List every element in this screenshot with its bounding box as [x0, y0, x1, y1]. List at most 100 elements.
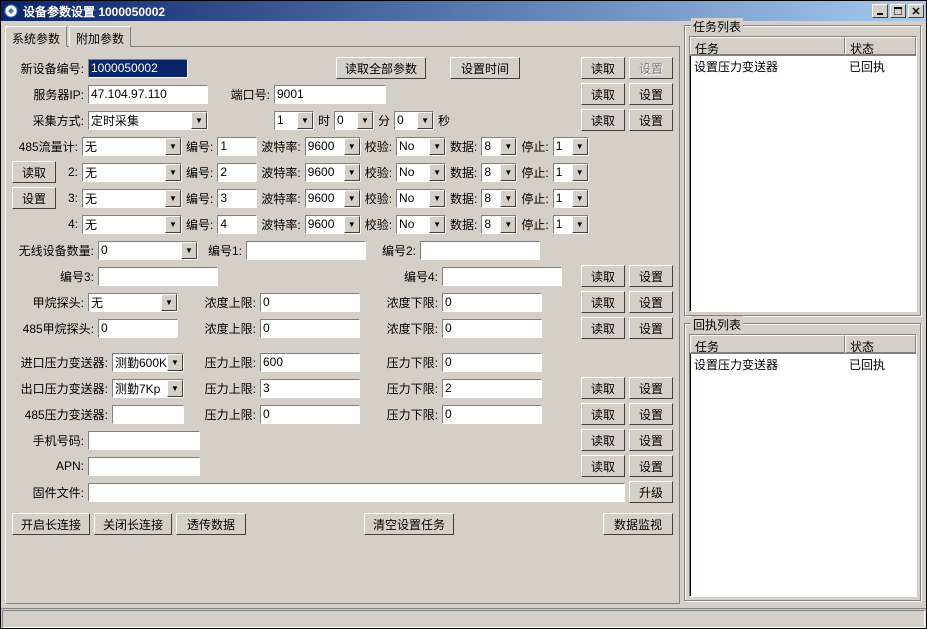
col-task[interactable]: 任务: [690, 37, 845, 55]
set-time-button[interactable]: 设置时间: [450, 57, 520, 79]
apn-input[interactable]: [88, 457, 200, 476]
flow-check-select-1[interactable]: No▼: [396, 163, 446, 182]
set-button[interactable]: 设置: [629, 403, 673, 425]
in-pressure-lower-input[interactable]: [442, 353, 542, 372]
flow-check-select-3[interactable]: No▼: [396, 215, 446, 234]
methane485-input[interactable]: [98, 319, 178, 338]
flow-data-select-0[interactable]: 8▼: [481, 137, 517, 156]
read-button[interactable]: 读取: [581, 265, 625, 287]
methane-upper-input[interactable]: [260, 293, 360, 312]
maximize-button[interactable]: [890, 4, 906, 18]
server-ip-input[interactable]: [88, 85, 208, 104]
out-pressure-select[interactable]: 测勤7Kp▼: [112, 379, 184, 398]
data-monitor-button[interactable]: 数据监视: [603, 513, 673, 535]
firmware-input[interactable]: [88, 483, 625, 502]
flow-type-select-1[interactable]: 无▼: [82, 163, 182, 182]
pressure485-lower-input[interactable]: [442, 405, 542, 424]
upgrade-button[interactable]: 升级: [629, 481, 673, 503]
list-item[interactable]: 设置压力变送器已回执: [690, 56, 916, 77]
minute-select[interactable]: 0▼: [334, 111, 374, 130]
seq3-input[interactable]: [98, 267, 218, 286]
list-item[interactable]: 设置压力变送器已回执: [690, 354, 916, 375]
minimize-button[interactable]: [872, 4, 888, 18]
flow-no-input-1[interactable]: [217, 163, 257, 182]
hour-select[interactable]: 1▼: [274, 111, 314, 130]
set-button[interactable]: 设置: [629, 83, 673, 105]
flow-type-select-3[interactable]: 无▼: [82, 215, 182, 234]
task-listview[interactable]: 任务 状态 设置压力变送器已回执: [689, 36, 917, 312]
label-out-pressure: 出口压力变送器:: [12, 380, 108, 397]
set-button[interactable]: 设置: [629, 291, 673, 313]
seq2-input[interactable]: [420, 241, 540, 260]
col-task[interactable]: 任务: [690, 335, 845, 353]
read-button[interactable]: 读取: [581, 455, 625, 477]
pressure485-input[interactable]: [112, 405, 184, 424]
read-button[interactable]: 读取: [581, 57, 625, 79]
set-button[interactable]: 设置: [629, 109, 673, 131]
phone-input[interactable]: [88, 431, 200, 450]
set-button[interactable]: 设置: [629, 265, 673, 287]
flow-stop-select-2[interactable]: 1▼: [553, 189, 589, 208]
read-all-button[interactable]: 读取全部参数: [336, 57, 426, 79]
trans-data-button[interactable]: 透传数据: [176, 513, 246, 535]
flow-data-select-1[interactable]: 8▼: [481, 163, 517, 182]
set-button[interactable]: 设置: [629, 455, 673, 477]
tab-system[interactable]: 系统参数: [5, 26, 67, 47]
out-pressure-upper-input[interactable]: [260, 379, 360, 398]
seq4-input[interactable]: [442, 267, 562, 286]
collect-mode-select[interactable]: 定时采集▼: [88, 111, 208, 130]
read-button[interactable]: 读取: [581, 429, 625, 451]
tab-extra[interactable]: 附加参数: [69, 26, 131, 47]
read-button[interactable]: 读取: [581, 317, 625, 339]
chevron-down-icon: ▼: [429, 190, 445, 207]
methane485-upper-input[interactable]: [260, 319, 360, 338]
flow-stop-select-0[interactable]: 1▼: [553, 137, 589, 156]
read-button[interactable]: 读取: [581, 291, 625, 313]
col-status[interactable]: 状态: [845, 335, 916, 353]
open-conn-button[interactable]: 开启长连接: [12, 513, 90, 535]
flow-no-input-2[interactable]: [217, 189, 257, 208]
receipt-listview[interactable]: 任务 状态 设置压力变送器已回执: [689, 334, 917, 597]
in-pressure-select[interactable]: 测勤600Kp▼: [112, 353, 184, 372]
flow-type-select-0[interactable]: 无▼: [82, 137, 182, 156]
read-button[interactable]: 读取: [581, 109, 625, 131]
device-no-input[interactable]: [88, 59, 188, 78]
methane-select[interactable]: 无▼: [88, 293, 178, 312]
flow-no-input-3[interactable]: [217, 215, 257, 234]
flow-type-select-2[interactable]: 无▼: [82, 189, 182, 208]
flow-no-input-0[interactable]: [217, 137, 257, 156]
flow-set-button[interactable]: 设置: [12, 187, 56, 209]
close-conn-button[interactable]: 关闭长连接: [94, 513, 172, 535]
second-select[interactable]: 0▼: [394, 111, 434, 130]
methane-lower-input[interactable]: [442, 293, 542, 312]
read-button[interactable]: 读取: [581, 377, 625, 399]
set-button[interactable]: 设置: [629, 317, 673, 339]
methane485-lower-input[interactable]: [442, 319, 542, 338]
flow-check-select-0[interactable]: No▼: [396, 137, 446, 156]
set-button[interactable]: 设置: [629, 429, 673, 451]
set-button[interactable]: 设置: [629, 377, 673, 399]
pressure485-upper-input[interactable]: [260, 405, 360, 424]
in-pressure-upper-input[interactable]: [260, 353, 360, 372]
flow-data-select-2[interactable]: 8▼: [481, 189, 517, 208]
read-button[interactable]: 读取: [581, 83, 625, 105]
read-button[interactable]: 读取: [581, 403, 625, 425]
out-pressure-lower-input[interactable]: [442, 379, 542, 398]
flow-stop-select-1[interactable]: 1▼: [553, 163, 589, 182]
chevron-down-icon: ▼: [429, 216, 445, 233]
flow-baud-select-0[interactable]: 9600▼: [305, 137, 361, 156]
port-input[interactable]: [274, 85, 386, 104]
flow-data-select-3[interactable]: 8▼: [481, 215, 517, 234]
label-pressure485: 485压力变送器:: [12, 406, 108, 423]
flow-baud-select-3[interactable]: 9600▼: [305, 215, 361, 234]
col-status[interactable]: 状态: [845, 37, 916, 55]
clear-tasks-button[interactable]: 清空设置任务: [364, 513, 454, 535]
seq1-input[interactable]: [246, 241, 366, 260]
flow-check-select-2[interactable]: No▼: [396, 189, 446, 208]
flow-baud-select-2[interactable]: 9600▼: [305, 189, 361, 208]
wireless-count-select[interactable]: 0▼: [98, 241, 198, 260]
flow-read-button[interactable]: 读取: [12, 161, 56, 183]
flow-stop-select-3[interactable]: 1▼: [553, 215, 589, 234]
close-button[interactable]: [908, 4, 924, 18]
flow-baud-select-1[interactable]: 9600▼: [305, 163, 361, 182]
